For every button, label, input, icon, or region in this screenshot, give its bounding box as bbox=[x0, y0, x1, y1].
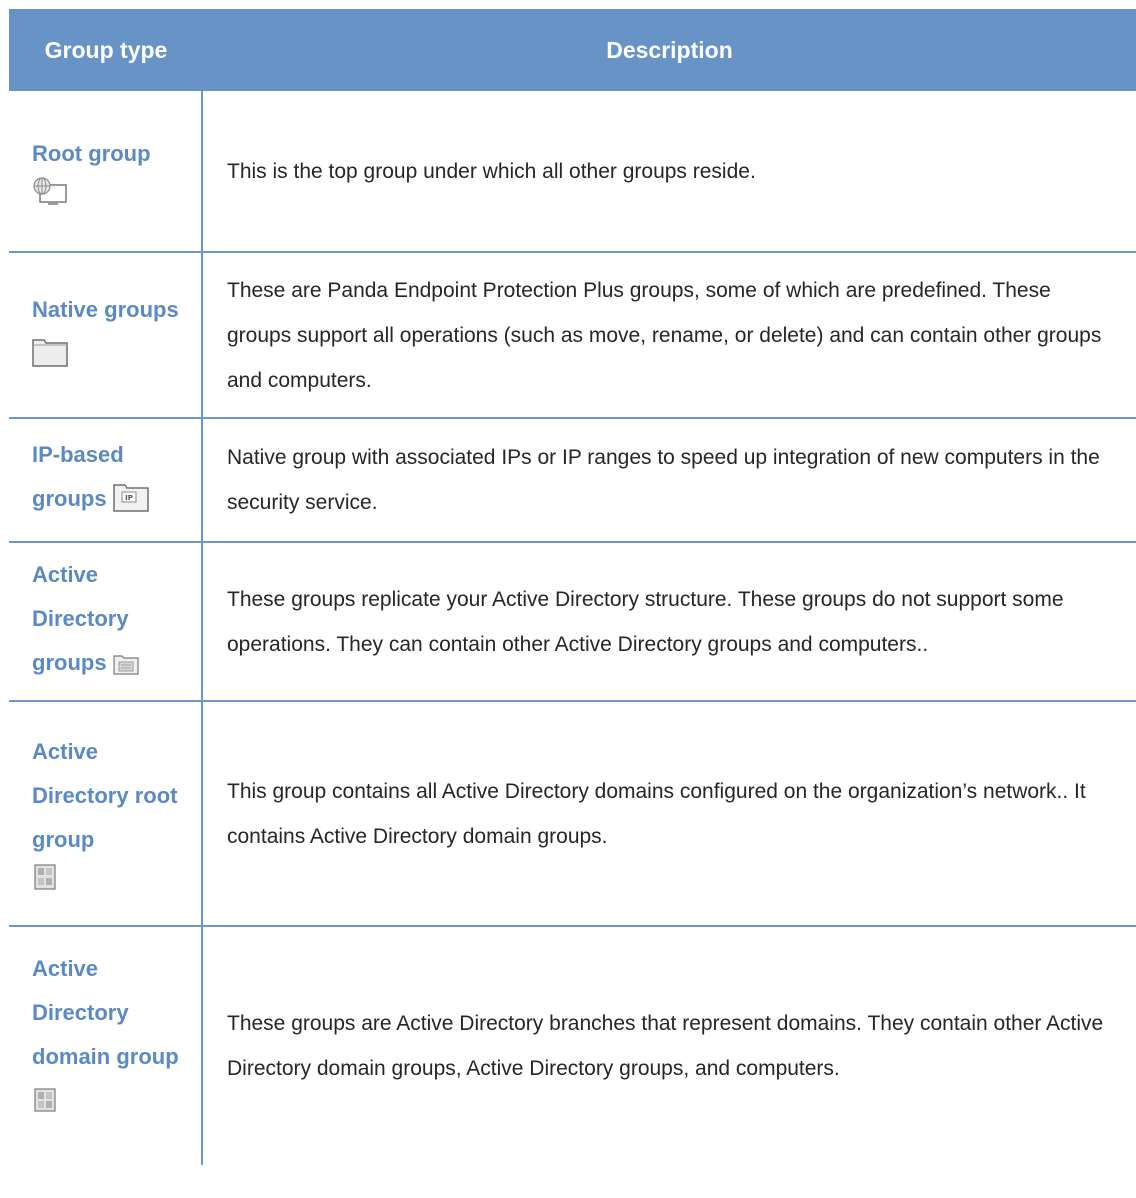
header-description: Description bbox=[606, 36, 733, 63]
description-text: Native group with associated IPs or IP r… bbox=[227, 446, 1100, 514]
group-type-cell: Root group bbox=[9, 91, 203, 251]
group-type-cell: IP-based groups IP bbox=[9, 419, 203, 541]
group-types-table: Group type Description Root group This i… bbox=[9, 9, 1136, 1165]
description-text: This is the top group under which all ot… bbox=[227, 159, 756, 183]
description-text: This group contains all Active Directory… bbox=[227, 779, 1086, 848]
group-name: Root group bbox=[32, 140, 151, 166]
ip-folder-icon: IP bbox=[112, 482, 149, 527]
group-name: IP-based groups bbox=[32, 442, 124, 511]
description-cell: These groups are Active Directory branch… bbox=[203, 927, 1136, 1165]
group-type-cell: Active Directory root group bbox=[9, 702, 203, 925]
table-row: Native groups These are Panda Endpoint P… bbox=[9, 253, 1136, 419]
ad-root-icon bbox=[32, 862, 189, 897]
description-cell: Native group with associated IPs or IP r… bbox=[203, 419, 1136, 541]
description-text: These groups are Active Directory branch… bbox=[227, 1012, 1104, 1080]
description-cell: These groups replicate your Active Direc… bbox=[203, 543, 1136, 700]
ad-domain-icon bbox=[32, 1085, 58, 1129]
description-cell: These are Panda Endpoint Protection Plus… bbox=[203, 253, 1136, 417]
root-group-icon bbox=[32, 176, 189, 211]
ad-group-icon bbox=[113, 647, 139, 691]
table-row: Root group This is the top group under w… bbox=[9, 91, 1136, 253]
table-row: Active Directory domain group These grou… bbox=[9, 927, 1136, 1165]
description-cell: This group contains all Active Directory… bbox=[203, 702, 1136, 925]
description-text: These groups replicate your Active Direc… bbox=[227, 587, 1064, 656]
table-row: Active Directory groups These groups rep… bbox=[9, 543, 1136, 702]
group-type-cell: Active Directory domain group bbox=[9, 927, 203, 1165]
svg-text:IP: IP bbox=[125, 494, 133, 502]
group-name: Native groups bbox=[32, 297, 179, 322]
group-type-cell: Active Directory groups bbox=[9, 543, 203, 700]
description-text: These are Panda Endpoint Protection Plus… bbox=[227, 278, 1102, 392]
group-name: Active Directory root group bbox=[32, 739, 178, 852]
group-type-cell: Native groups bbox=[9, 253, 203, 417]
table-row: IP-based groups IP Native group with ass… bbox=[9, 419, 1136, 543]
table-row: Active Directory root group This group c… bbox=[9, 702, 1136, 927]
folder-icon bbox=[32, 337, 68, 382]
header-group-type: Group type bbox=[44, 36, 168, 63]
table-header: Group type Description bbox=[9, 9, 1136, 91]
group-name: Active Directory domain group bbox=[32, 956, 179, 1069]
description-cell: This is the top group under which all ot… bbox=[203, 91, 1136, 251]
